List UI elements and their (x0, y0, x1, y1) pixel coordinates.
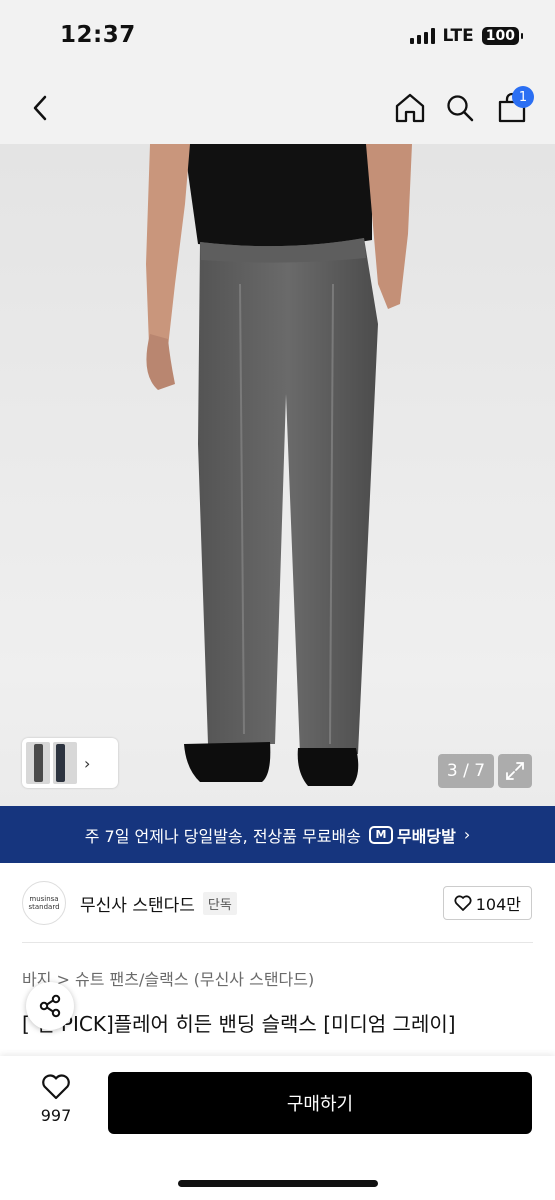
status-indicators: LTE 100 (409, 26, 524, 46)
thumbnail-1[interactable] (26, 742, 50, 784)
musinsa-m-icon: M (368, 825, 393, 844)
banner-logo-text: 무배당발 (396, 826, 456, 846)
network-label: LTE (442, 26, 474, 46)
search-button[interactable] (436, 82, 484, 134)
cart-count-badge: 1 (512, 86, 534, 108)
expand-icon (506, 762, 524, 780)
signal-icon (409, 28, 435, 44)
divider (22, 942, 533, 943)
breadcrumb[interactable]: 바지 > 슈트 팬츠/슬랙스 (무신사 스탠다드) (22, 966, 314, 990)
cart-button[interactable]: 1 (488, 82, 536, 134)
heart-icon (42, 1074, 70, 1100)
back-button[interactable] (16, 82, 64, 134)
wishlist-count: 997 (40, 1106, 72, 1125)
brand-row[interactable]: musinsa standard 무신사 스탠다드 단독 104만 (0, 863, 555, 943)
home-button[interactable] (386, 82, 434, 134)
brand-logo-line1: musinsa (29, 895, 59, 903)
search-icon (447, 95, 474, 122)
brand-like-button[interactable]: 104만 (442, 886, 532, 920)
chevron-right-icon: › (463, 825, 471, 844)
exclusive-badge: 단독 (202, 891, 237, 915)
brand-logo-line2: standard (28, 903, 60, 911)
brand-name[interactable]: 무신사 스탠다드 (80, 891, 195, 916)
bottom-action-bar: 997 구매하기 (0, 1056, 555, 1200)
expand-button[interactable] (498, 754, 532, 788)
free-shipping-logo: M 무배당발 (368, 823, 456, 847)
brand-like-count: 104만 (475, 895, 521, 914)
shipping-banner[interactable]: 주 7일 언제나 당일발송, 전상품 무료배송 M 무배당발 › (0, 806, 555, 863)
status-time: 12:37 (60, 22, 136, 48)
product-photo (146, 144, 412, 786)
share-icon (39, 994, 61, 1018)
buy-button[interactable]: 구매하기 (108, 1072, 532, 1134)
banner-text: 주 7일 언제나 당일발송, 전상품 무료배송 (84, 826, 361, 846)
product-image[interactable]: › 3 / 7 (0, 144, 555, 806)
heart-icon (454, 895, 472, 911)
wishlist-button[interactable]: 997 (28, 1074, 84, 1125)
image-counter: 3 / 7 (438, 754, 494, 788)
thumbnail-2[interactable] (53, 742, 77, 784)
status-bar: 12:37 LTE 100 (0, 0, 555, 72)
battery-icon: 100 (481, 27, 524, 45)
top-nav: 1 (0, 72, 555, 144)
share-button[interactable] (26, 982, 74, 1030)
product-title: [ 현 PICK]플레어 히든 밴딩 슬랙스 [미디엄 그레이] (22, 1012, 456, 1036)
home-icon (395, 93, 425, 123)
thumbnail-strip[interactable]: › (22, 738, 118, 788)
brand-logo[interactable]: musinsa standard (22, 881, 66, 925)
chevron-right-icon: › (84, 753, 91, 773)
home-indicator (178, 1180, 378, 1187)
chevron-left-icon (33, 95, 47, 121)
